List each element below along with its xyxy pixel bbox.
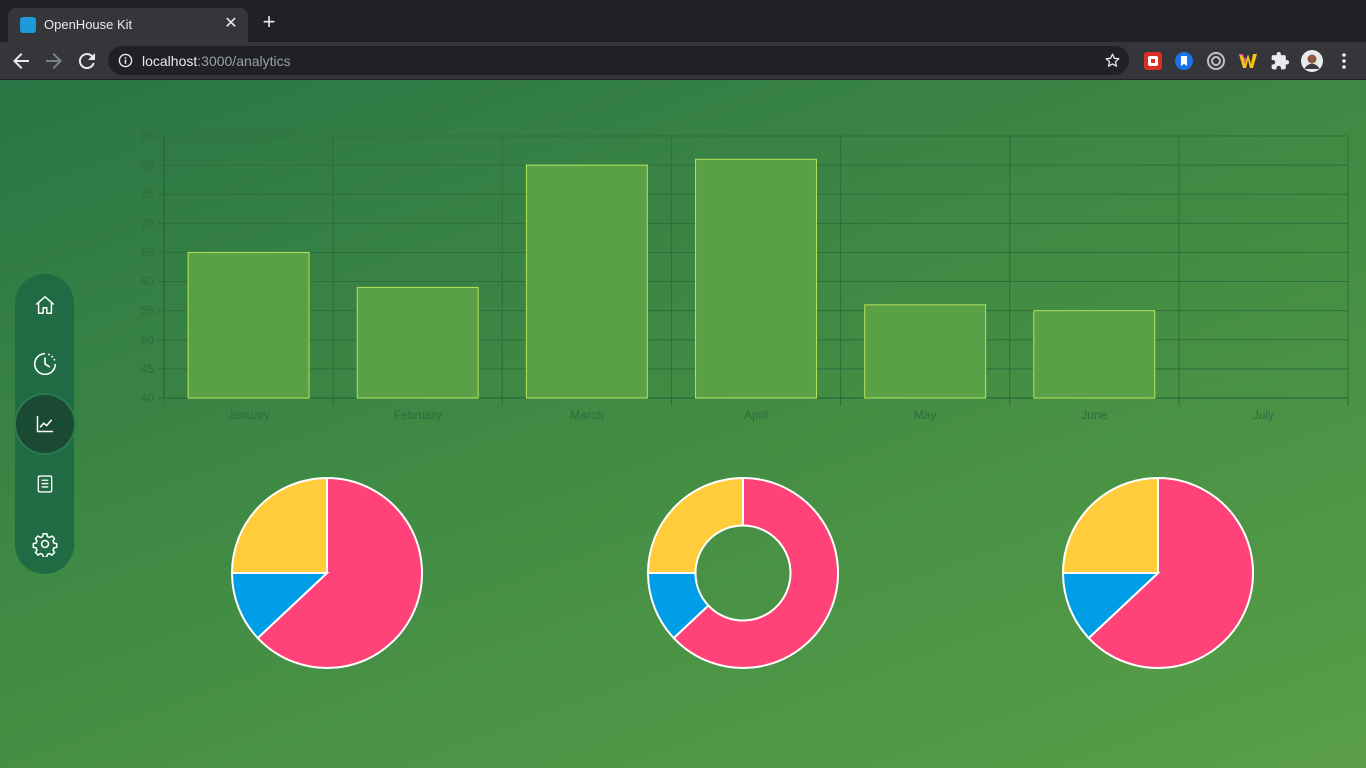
- gear-icon: [32, 532, 57, 557]
- pie-slice[interactable]: [230, 476, 328, 574]
- y-tick-label: 40: [141, 391, 155, 405]
- x-tick-label: March: [570, 408, 603, 422]
- y-tick-label: 75: [141, 187, 155, 201]
- browser-tab-bar: OpenHouse Kit ✕ +: [0, 0, 1366, 42]
- pie-slice[interactable]: [646, 476, 744, 574]
- browser-menu-icon[interactable]: [1334, 51, 1354, 71]
- bar-may[interactable]: [864, 304, 987, 399]
- react-favicon-icon: [20, 17, 36, 33]
- new-tab-button[interactable]: +: [259, 11, 279, 33]
- extension-bookmark-icon[interactable]: [1174, 51, 1194, 71]
- url-host: localhost: [142, 53, 198, 69]
- bar-april[interactable]: [695, 158, 817, 399]
- tab-close-icon[interactable]: ✕: [222, 15, 240, 33]
- y-tick-label: 65: [141, 245, 155, 259]
- bar-march[interactable]: [525, 164, 648, 399]
- x-tick-label: April: [744, 408, 768, 422]
- y-tick-label: 55: [141, 304, 155, 318]
- sidebar-item-settings[interactable]: [15, 514, 74, 573]
- active-indicator: [15, 394, 74, 453]
- y-tick-label: 85: [141, 129, 155, 143]
- bookmark-star-icon[interactable]: [1104, 52, 1121, 69]
- url-text: localhost:3000/analytics: [142, 53, 291, 69]
- extension-target-icon[interactable]: [1206, 51, 1226, 71]
- sidebar-item-history[interactable]: [15, 334, 74, 393]
- sidebar-item-home[interactable]: [15, 275, 74, 334]
- y-tick-label: 45: [141, 362, 155, 376]
- y-tick-label: 50: [141, 333, 155, 347]
- extensions-puzzle-icon[interactable]: [1270, 51, 1290, 71]
- browser-toolbar: localhost:3000/analytics: [0, 42, 1366, 80]
- sidebar-item-analytics[interactable]: [15, 394, 74, 453]
- document-icon: [37, 474, 52, 493]
- analytics-page: 40 45 50 55 60 65 70 75 80 85 January February March…: [0, 80, 1366, 768]
- browser-tab[interactable]: OpenHouse Kit ✕: [8, 8, 248, 42]
- y-tick-label: 80: [141, 158, 155, 172]
- extension-red-icon[interactable]: [1143, 51, 1163, 71]
- back-icon[interactable]: [9, 49, 33, 73]
- x-tick-label: June: [1081, 408, 1107, 422]
- reload-icon[interactable]: [75, 49, 99, 73]
- x-tick-label: May: [914, 408, 937, 422]
- info-icon[interactable]: [118, 53, 133, 68]
- clock-icon: [33, 352, 56, 375]
- pie-chart-3: [1061, 476, 1254, 669]
- pie-chart-1: [230, 476, 423, 669]
- bar-february[interactable]: [356, 286, 479, 399]
- x-tick-label: January: [227, 408, 270, 422]
- doughnut-chart: [646, 476, 839, 669]
- tab-title: OpenHouse Kit: [44, 17, 133, 32]
- y-tick-label: 60: [141, 275, 155, 289]
- x-tick-label: February: [394, 408, 442, 422]
- address-bar[interactable]: localhost:3000/analytics: [108, 46, 1129, 75]
- forward-icon[interactable]: [42, 49, 66, 73]
- bar-june[interactable]: [1033, 310, 1156, 399]
- extension-w-icon[interactable]: [1238, 51, 1258, 71]
- url-path: :3000/analytics: [197, 53, 291, 69]
- home-icon: [35, 295, 54, 314]
- y-tick-label: 70: [141, 216, 155, 230]
- x-tick-label: July: [1253, 408, 1274, 422]
- bar-chart: 40 45 50 55 60 65 70 75 80 85 January February March…: [141, 129, 1349, 422]
- profile-avatar[interactable]: [1301, 50, 1323, 72]
- chart-line-icon: [36, 415, 53, 432]
- bar-january[interactable]: [187, 251, 310, 399]
- sidebar: [15, 274, 74, 574]
- sidebar-item-reports[interactable]: [15, 454, 74, 513]
- pie-slice[interactable]: [1061, 476, 1159, 574]
